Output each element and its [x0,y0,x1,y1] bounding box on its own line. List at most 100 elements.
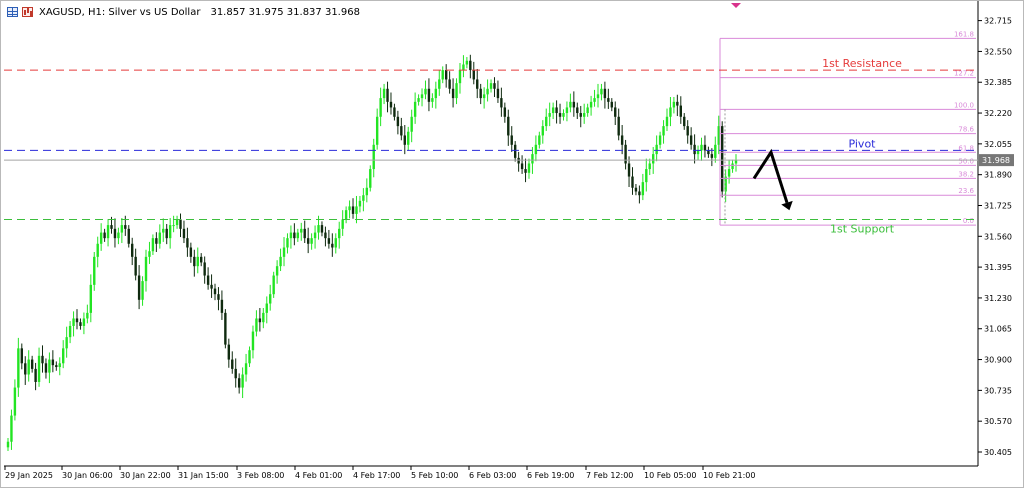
candle-body[interactable] [131,243,134,257]
candle-body[interactable] [172,225,175,227]
candle-body[interactable] [703,144,707,151]
candle-body[interactable] [241,374,244,388]
candle-body[interactable] [417,98,420,102]
candle-body[interactable] [265,303,268,313]
candle-body[interactable] [510,135,513,145]
candle-body[interactable] [424,88,427,95]
candle-body[interactable] [251,331,255,351]
candle-body[interactable] [696,150,700,155]
candle-body[interactable] [579,113,582,117]
candle-body[interactable] [213,288,217,295]
candle-body[interactable] [469,60,472,71]
candle-body[interactable] [379,98,382,117]
candle-body[interactable] [82,318,86,326]
candle-body[interactable] [106,225,110,239]
candle-body[interactable] [545,116,548,127]
candle-body[interactable] [200,256,203,263]
candle-body[interactable] [658,135,662,145]
candle-body[interactable] [600,88,603,95]
candle-body[interactable] [310,238,313,244]
candle-body[interactable] [20,348,24,364]
candle-body[interactable] [493,83,496,89]
candle-body[interactable] [255,318,258,332]
candle-body[interactable] [617,116,620,136]
candle-body[interactable] [610,101,613,108]
candle-body[interactable] [714,144,717,158]
candle-body[interactable] [262,312,265,323]
candle-body[interactable] [669,107,672,117]
candle-body[interactable] [162,228,165,233]
candle-body[interactable] [427,88,431,102]
candle-body[interactable] [727,169,731,177]
candle-body[interactable] [686,126,689,136]
candle-body[interactable] [507,116,510,136]
candle-body[interactable] [400,126,403,136]
candle-body[interactable] [96,243,99,257]
candle-body[interactable] [631,176,634,188]
candle-body[interactable] [451,88,455,99]
candle-body[interactable] [275,266,279,276]
candle-body[interactable] [48,359,51,373]
price-chart[interactable]: 32.715 32.550 32.385 32.220 32.055 31.890 31.7… [0,0,1024,488]
candle-body[interactable] [272,275,275,295]
candle-body[interactable] [465,60,469,65]
shift-marker-icon[interactable] [731,3,741,8]
candle-body[interactable] [17,348,20,388]
candle-body[interactable] [248,350,251,364]
candle-body[interactable] [458,70,462,84]
candle-body[interactable] [731,163,734,170]
candle-body[interactable] [375,116,379,145]
candle-body[interactable] [189,247,193,257]
candle-body[interactable] [113,228,117,239]
candle-body[interactable] [27,359,30,375]
candle-body[interactable] [396,116,400,127]
candle-body[interactable] [444,70,448,80]
candle-body[interactable] [68,325,72,338]
candle-body[interactable] [645,169,648,183]
candle-body[interactable] [244,363,248,375]
candle-body[interactable] [420,94,424,99]
candle-body[interactable] [182,228,186,239]
candle-body[interactable] [217,294,220,300]
candle-body[interactable] [589,101,593,108]
candle-body[interactable] [576,107,579,114]
candle-body[interactable] [338,228,341,239]
candle-body[interactable] [734,160,738,164]
candle-body[interactable] [382,88,386,99]
candle-body[interactable] [289,232,293,239]
candle-body[interactable] [117,232,120,239]
candle-body[interactable] [389,101,393,108]
candle-body[interactable] [89,284,93,313]
candle-body[interactable] [155,238,158,244]
candle-body[interactable] [689,135,693,145]
candle-body[interactable] [327,238,331,244]
candle-body[interactable] [476,79,479,89]
candle-body[interactable] [486,88,489,95]
candle-body[interactable] [44,363,48,373]
candle-body[interactable] [520,163,524,170]
candle-body[interactable] [479,88,482,99]
candle-body[interactable] [324,232,327,239]
candle-body[interactable] [334,238,337,248]
candle-body[interactable] [141,281,144,300]
candle-body[interactable] [441,70,444,80]
candle-body[interactable] [124,225,127,229]
candle-body[interactable] [693,144,696,155]
candle-body[interactable] [13,387,17,416]
candle-body[interactable] [355,206,358,214]
candle-body[interactable] [296,232,300,239]
candle-body[interactable] [134,256,137,276]
candle-body[interactable] [303,228,306,239]
candle-body[interactable] [527,163,531,173]
candle-body[interactable] [358,200,362,207]
candle-body[interactable] [614,107,617,117]
candle-body[interactable] [210,284,213,289]
candle-body[interactable] [175,219,179,226]
candle-body[interactable] [165,228,168,239]
candle-body[interactable] [572,101,576,108]
candle-body[interactable] [496,88,500,99]
candle-body[interactable] [6,441,10,448]
candle-body[interactable] [51,359,55,366]
candle-body[interactable] [348,206,351,211]
candle-body[interactable] [624,144,627,164]
